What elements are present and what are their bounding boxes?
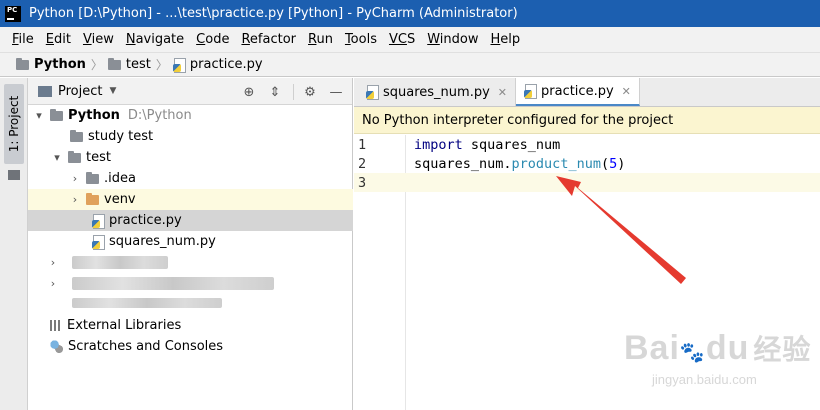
breadcrumb-test[interactable]: test bbox=[107, 57, 151, 72]
chevron-down-icon[interactable]: ▾ bbox=[32, 109, 46, 122]
editor-tab-bar: squares_num.py ✕ practice.py ✕ bbox=[354, 78, 820, 107]
python-file-icon bbox=[92, 234, 105, 250]
title-bar: PC Python [D:\Python] - ...\test\practic… bbox=[0, 0, 820, 27]
menu-bar: File Edit View Navigate Code Refactor Ru… bbox=[0, 27, 820, 52]
menu-view[interactable]: View bbox=[77, 27, 120, 52]
structure-icon[interactable] bbox=[8, 170, 20, 180]
left-tool-strip: 1: Project bbox=[0, 78, 28, 410]
paw-icon: 🐾 bbox=[679, 342, 706, 364]
tree-item-obscured-2[interactable]: › bbox=[28, 273, 353, 294]
breadcrumb-separator-icon: 〉 bbox=[155, 58, 168, 72]
menu-edit[interactable]: Edit bbox=[40, 27, 77, 52]
tree-item-external-libraries[interactable]: External Libraries bbox=[28, 315, 353, 336]
python-file-icon bbox=[172, 57, 186, 73]
header-divider bbox=[293, 84, 294, 100]
menu-navigate[interactable]: Navigate bbox=[120, 27, 190, 52]
blurred-content bbox=[72, 277, 274, 290]
code-line[interactable]: 1 import squares_num bbox=[354, 135, 820, 154]
code-line[interactable]: 2 squares_num.product_num(5) bbox=[354, 154, 820, 173]
watermark-logo: Bai🐾du 经验 bbox=[624, 329, 812, 367]
tree-item-test[interactable]: ▾ test bbox=[28, 147, 353, 168]
folder-icon bbox=[107, 57, 121, 70]
menu-window[interactable]: Window bbox=[421, 27, 484, 52]
window-title: Python [D:\Python] - ...\test\practice.p… bbox=[29, 6, 518, 21]
tree-item-python-root[interactable]: ▾ Python D:\Python bbox=[28, 105, 353, 126]
tab-squares-num[interactable]: squares_num.py ✕ bbox=[358, 78, 516, 106]
chevron-down-icon[interactable]: ▾ bbox=[50, 151, 64, 164]
folder-icon bbox=[50, 108, 63, 121]
library-icon bbox=[50, 319, 62, 332]
python-file-icon bbox=[92, 213, 105, 229]
folder-icon bbox=[16, 57, 29, 70]
close-icon[interactable]: ✕ bbox=[622, 85, 631, 98]
menu-run[interactable]: Run bbox=[302, 27, 339, 52]
close-icon[interactable]: ✕ bbox=[498, 86, 507, 99]
menu-file[interactable]: File bbox=[6, 27, 40, 52]
tree-item-scratches[interactable]: Scratches and Consoles bbox=[28, 336, 353, 357]
blurred-content bbox=[72, 298, 222, 308]
watermark-url: jingyan.baidu.com bbox=[652, 372, 757, 387]
project-panel-header: Project ▼ ⊕ ⇕ ⚙ — bbox=[28, 78, 352, 105]
pycharm-app-icon: PC bbox=[5, 5, 21, 22]
tree-item-squares-num[interactable]: squares_num.py bbox=[28, 231, 353, 252]
breadcrumb-separator-icon: 〉 bbox=[90, 58, 103, 72]
hide-panel-icon[interactable]: — bbox=[326, 82, 346, 102]
project-view-selector[interactable]: Project bbox=[58, 84, 102, 99]
chevron-right-icon[interactable]: › bbox=[46, 277, 60, 290]
menu-code[interactable]: Code bbox=[190, 27, 235, 52]
chevron-right-icon[interactable]: › bbox=[46, 256, 60, 269]
folder-icon bbox=[68, 150, 81, 163]
project-panel: Project ▼ ⊕ ⇕ ⚙ — ▾ Python D:\Python stu… bbox=[28, 78, 353, 410]
collapse-all-icon[interactable]: ⇕ bbox=[265, 82, 285, 102]
project-tool-tab[interactable]: 1: Project bbox=[4, 84, 24, 164]
code-line-current[interactable]: 3 bbox=[354, 173, 820, 192]
chevron-down-icon[interactable]: ▼ bbox=[109, 86, 116, 96]
folder-icon bbox=[70, 129, 83, 142]
folder-icon bbox=[86, 192, 99, 205]
folder-icon bbox=[86, 171, 99, 184]
chevron-right-icon[interactable]: › bbox=[68, 172, 82, 185]
breadcrumb-python[interactable]: Python bbox=[16, 57, 86, 72]
python-file-icon bbox=[366, 85, 379, 100]
tree-item-study-test[interactable]: study test bbox=[28, 126, 353, 147]
tree-item-practice[interactable]: practice.py bbox=[28, 210, 353, 231]
menu-refactor[interactable]: Refactor bbox=[235, 27, 302, 52]
breadcrumb: Python 〉 test 〉 practice.py bbox=[0, 52, 820, 77]
python-file-icon bbox=[524, 84, 537, 99]
locate-icon[interactable]: ⊕ bbox=[239, 82, 259, 102]
menu-tools[interactable]: Tools bbox=[339, 27, 383, 52]
tree-item-obscured-1[interactable]: › bbox=[28, 252, 353, 273]
breadcrumb-practice[interactable]: practice.py bbox=[172, 57, 263, 73]
gear-icon[interactable]: ⚙ bbox=[300, 82, 320, 102]
project-view-icon bbox=[38, 85, 52, 97]
menu-vcs[interactable]: VCS bbox=[383, 27, 421, 52]
tab-practice[interactable]: practice.py ✕ bbox=[516, 78, 640, 106]
interpreter-warning-banner[interactable]: No Python interpreter configured for the… bbox=[354, 107, 820, 134]
chevron-right-icon[interactable]: › bbox=[68, 193, 82, 206]
scratches-icon bbox=[50, 340, 63, 353]
tree-item-venv[interactable]: › venv bbox=[28, 189, 353, 210]
blurred-content bbox=[72, 256, 168, 269]
tree-item-idea[interactable]: › .idea bbox=[28, 168, 353, 189]
menu-help[interactable]: Help bbox=[485, 27, 527, 52]
